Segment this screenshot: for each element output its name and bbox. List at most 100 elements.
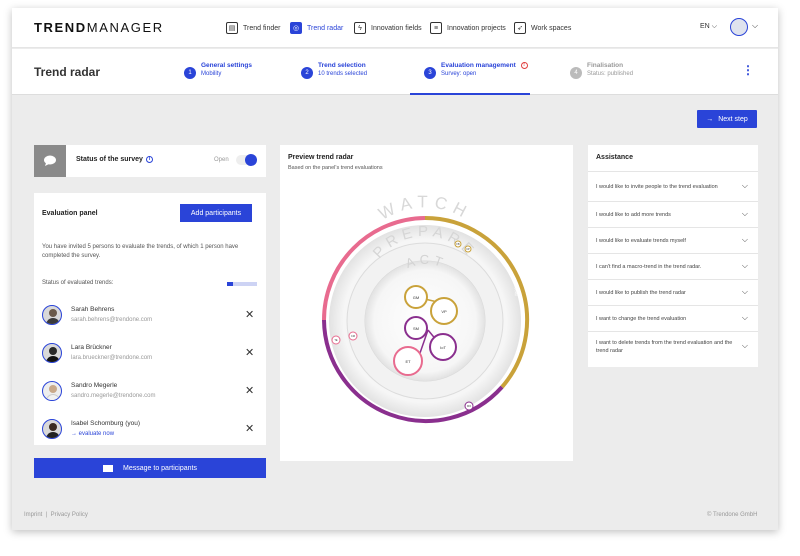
svg-text:GM: GM — [413, 295, 419, 300]
step-subtitle: Mobility — [201, 71, 222, 77]
user-avatar[interactable] — [730, 18, 748, 36]
chevron-down-icon[interactable]: ⌵ — [752, 21, 758, 31]
participant-name: Sarah Behrens — [71, 306, 115, 313]
trend-node-small[interactable]: FB — [454, 240, 462, 248]
assistance-item[interactable]: I can't find a macro-trend in the trend … — [588, 253, 758, 279]
message-participants-button[interactable]: Message to participants — [34, 458, 266, 478]
footer-links: Imprint | Privacy Policy — [24, 512, 88, 518]
next-step-button[interactable]: → Next step — [697, 110, 757, 128]
progress-fill — [227, 282, 233, 286]
nav-item-trend-radar[interactable]: ◎ Trend radar — [290, 19, 343, 37]
nav-item-innovation-fields[interactable]: ϟ Innovation fields — [354, 19, 422, 37]
assistance-item[interactable]: I would like to evaluate trends myself ⌵ — [588, 227, 758, 253]
language-select[interactable]: EN ⌵ — [700, 23, 717, 31]
speech-bubble-icon — [34, 145, 66, 177]
trend-node-small[interactable]: TE — [331, 335, 341, 345]
nav-label: Trend finder — [243, 24, 281, 32]
chevron-down-icon: ⌵ — [741, 286, 748, 296]
assistance-list: I would like to invite people to the tre… — [588, 171, 758, 361]
radar-graphic: WATCH PREPARE ACT Technological Social B… — [322, 192, 530, 431]
assistance-item[interactable]: I would like to add more trends ⌵ — [588, 201, 758, 227]
svg-text:VP: VP — [441, 309, 447, 314]
svg-text:IoT: IoT — [440, 345, 446, 350]
avatar — [42, 381, 62, 401]
step-number: 1 — [184, 67, 196, 79]
trend-node[interactable]: SM — [404, 316, 428, 340]
step-general-settings[interactable]: 1 General settings Mobility — [184, 62, 252, 79]
trend-radar-card: Preview trend radar Based on the panel's… — [280, 145, 573, 461]
footer: Imprint | Privacy Policy © Trendone GmbH — [12, 506, 778, 530]
avatar — [42, 343, 62, 363]
participant-row: Lara Brückner lara.brueckner@trendone.co… — [42, 340, 258, 368]
chevron-down-icon: ⌵ — [741, 260, 748, 270]
nav-item-innovation-projects[interactable]: ≡ Innovation projects — [430, 19, 506, 37]
rocket-icon: ➶ — [514, 22, 526, 34]
step-subtitle: Survey: open — [441, 71, 477, 77]
trend-node-small[interactable]: CP — [464, 245, 472, 253]
step-title: Finalisation — [587, 62, 624, 69]
assistance-title: Assistance — [596, 154, 633, 161]
nav-label: Work spaces — [531, 24, 572, 32]
status-label: Status of evaluated trends: — [42, 280, 114, 286]
panel-description: You have invited 5 persons to evaluate t… — [42, 244, 239, 259]
evaluation-panel: Evaluation panel Add participants You ha… — [34, 193, 266, 445]
participant-email: sarah.behrens@trendone.com — [71, 317, 153, 323]
trend-radar-icon: ◎ — [290, 22, 302, 34]
copyright: © Trendone GmbH — [707, 512, 758, 518]
assistance-item[interactable]: I would like to invite people to the tre… — [588, 171, 758, 201]
logo[interactable]: TRENDMANAGER — [34, 20, 164, 35]
more-options-icon[interactable]: ⋮ — [742, 63, 754, 77]
chevron-down-icon: ⌵ — [741, 208, 748, 218]
survey-toggle[interactable] — [236, 154, 257, 166]
nav-item-work-spaces[interactable]: ➶ Work spaces — [514, 19, 571, 37]
remove-participant-icon[interactable]: ✕ — [245, 422, 254, 435]
sector-label: Business — [401, 423, 418, 431]
step-title: General settings — [201, 62, 252, 69]
assistance-item[interactable]: I want to delete trends from the trend e… — [588, 331, 758, 361]
step-number: 3 — [424, 67, 436, 79]
svg-text:ET: ET — [405, 359, 411, 364]
step-finalisation[interactable]: 4 Finalisation Status: published — [570, 62, 633, 79]
remove-participant-icon[interactable]: ✕ — [245, 308, 254, 321]
participant-name: Sandro Megerle — [71, 382, 118, 389]
step-title: Trend selection — [318, 62, 366, 69]
svg-text:SM: SM — [413, 326, 419, 331]
add-participants-button[interactable]: Add participants — [180, 204, 252, 222]
info-icon[interactable]: i — [145, 156, 153, 163]
assistance-item[interactable]: I want to change the trend evaluation ⌵ — [588, 305, 758, 331]
page-title: Trend radar — [34, 65, 101, 79]
privacy-policy-link[interactable]: Privacy Policy — [51, 512, 88, 518]
trend-node[interactable]: ET — [393, 346, 423, 376]
trend-node[interactable]: GM — [404, 285, 428, 309]
participant-row: Sandro Megerle sandro.megerle@trendone.c… — [42, 378, 258, 406]
remove-participant-icon[interactable]: ✕ — [245, 346, 254, 359]
step-trend-selection[interactable]: 2 Trend selection 10 trends selected — [301, 62, 367, 79]
participant-row: Sarah Behrens sarah.behrens@trendone.com… — [42, 302, 258, 330]
svg-text:FB: FB — [456, 243, 460, 246]
chevron-down-icon: ⌵ — [741, 340, 748, 350]
step-number: 4 — [570, 67, 582, 79]
nav-item-trend-finder[interactable]: ▤ Trend finder — [226, 19, 280, 37]
active-step-indicator — [410, 93, 530, 95]
avatar — [42, 419, 62, 439]
chevron-down-icon: ⌵ — [741, 180, 748, 190]
avatar — [42, 305, 62, 325]
step-evaluation-management[interactable]: 3 Evaluation management ! Survey: open — [424, 62, 528, 79]
survey-status-text: Open — [214, 157, 229, 163]
trend-node[interactable]: IoT — [429, 333, 457, 361]
participant-email: lara.brueckner@trendone.com — [71, 355, 153, 361]
sector-label: Social — [513, 284, 518, 295]
evaluate-now-link[interactable]: → evaluate now — [71, 431, 114, 437]
remove-participant-icon[interactable]: ✕ — [245, 384, 254, 397]
trend-node-small[interactable]: CM — [348, 331, 358, 341]
assistance-item[interactable]: I would like to publish the trend radar ⌵ — [588, 279, 758, 305]
footer-separator: | — [45, 512, 48, 518]
participant-name: Isabel Schomburg (you) — [71, 420, 141, 427]
step-subtitle: 10 trends selected — [318, 71, 368, 77]
top-navigation: TRENDMANAGER ▤ Trend finder ◎ Trend rada… — [12, 8, 778, 48]
trend-node-small[interactable]: MO — [464, 401, 474, 411]
message-label: Message to participants — [123, 464, 197, 472]
imprint-link[interactable]: Imprint — [24, 512, 42, 518]
svg-text:CP: CP — [466, 248, 470, 251]
trend-node[interactable]: VP — [430, 297, 458, 325]
